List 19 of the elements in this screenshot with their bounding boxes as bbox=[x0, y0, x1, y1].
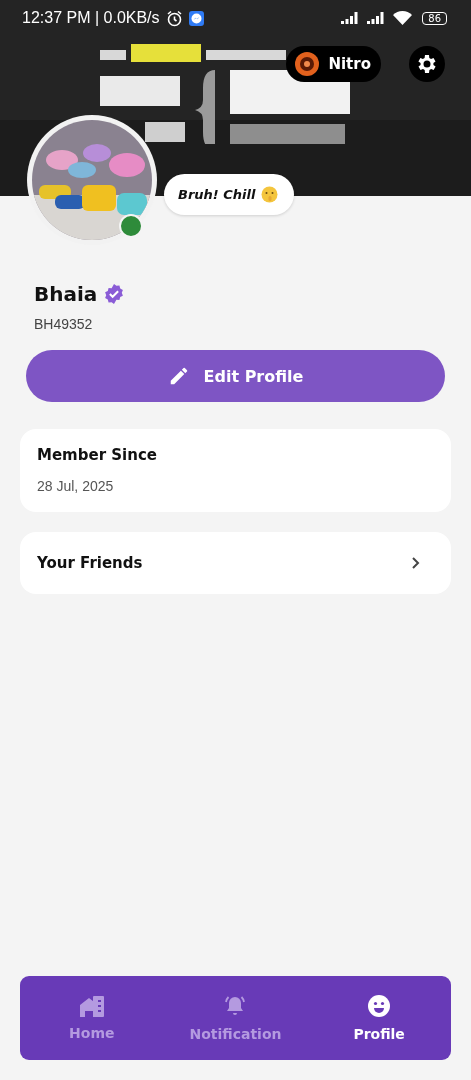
bell-icon bbox=[223, 994, 248, 1018]
wifi-icon bbox=[393, 11, 413, 25]
alarm-icon bbox=[165, 9, 183, 27]
member-date: 28 Jul, 2025 bbox=[37, 478, 115, 494]
chevron-icon bbox=[411, 556, 421, 570]
nitro-button[interactable]: Nitro bbox=[286, 46, 381, 82]
status-text: Bruh! Chill bbox=[178, 187, 256, 202]
edit-profile-button[interactable]: Edit Profile bbox=[26, 350, 445, 402]
nav-tab[interactable]: Profile bbox=[314, 993, 445, 1043]
shushing-face-icon bbox=[261, 186, 279, 203]
nitro-icon bbox=[294, 51, 321, 77]
card-title: Member Since bbox=[37, 446, 158, 464]
profile-name: Bhaia bbox=[34, 282, 98, 306]
home-icon bbox=[78, 995, 105, 1017]
smiley-icon bbox=[367, 994, 392, 1018]
status-time: 12:37 PM | 0.0KB/s bbox=[22, 9, 160, 27]
battery-indicator: 86 bbox=[422, 11, 447, 25]
user-id: BH49352 bbox=[33, 316, 94, 332]
friends-row[interactable]: Your Friends bbox=[20, 532, 451, 594]
